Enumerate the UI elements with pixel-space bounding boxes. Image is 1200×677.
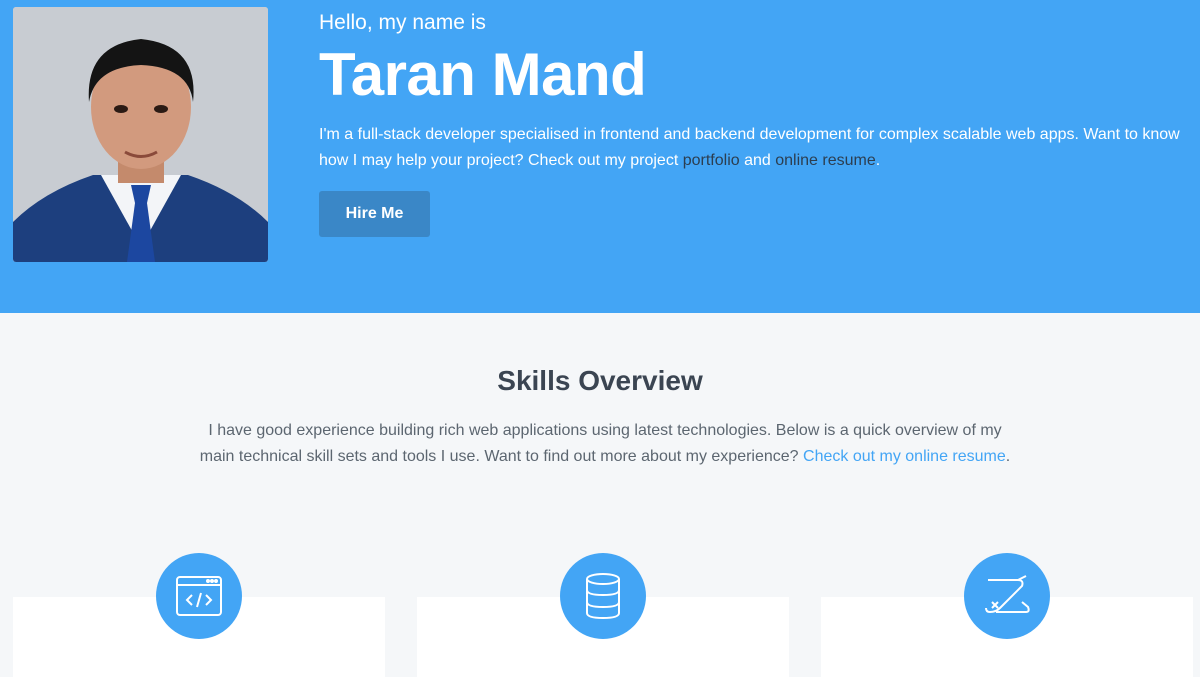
profile-photo-illustration — [13, 7, 268, 262]
portfolio-link[interactable]: portfolio — [683, 152, 740, 169]
skills-section: Skills Overview I have good experience b… — [0, 313, 1200, 677]
swiss-knife-icon — [964, 553, 1050, 639]
online-resume-link[interactable]: online resume — [775, 152, 876, 169]
hire-me-button[interactable]: Hire Me — [319, 191, 430, 237]
and-text: and — [739, 152, 776, 169]
code-window-icon — [156, 553, 242, 639]
skills-title: Skills Overview — [497, 365, 703, 396]
greeting-text: Hello, my name is — [319, 11, 486, 34]
database-icon — [560, 553, 646, 639]
profile-photo — [13, 7, 268, 262]
hero-section: Hello, my name is Taran Mand I'm a full-… — [0, 0, 1200, 313]
skills-resume-link[interactable]: Check out my online resume — [803, 448, 1006, 465]
intro-paragraph: I'm a full-stack developer specialised i… — [319, 122, 1199, 174]
person-name: Taran Mand — [319, 41, 647, 108]
skills-description: I have good experience building rich web… — [190, 418, 1020, 470]
skills-period: . — [1005, 448, 1011, 465]
intro-period: . — [875, 152, 881, 169]
hero-text: Hello, my name is Taran Mand I'm a full-… — [319, 10, 1199, 237]
